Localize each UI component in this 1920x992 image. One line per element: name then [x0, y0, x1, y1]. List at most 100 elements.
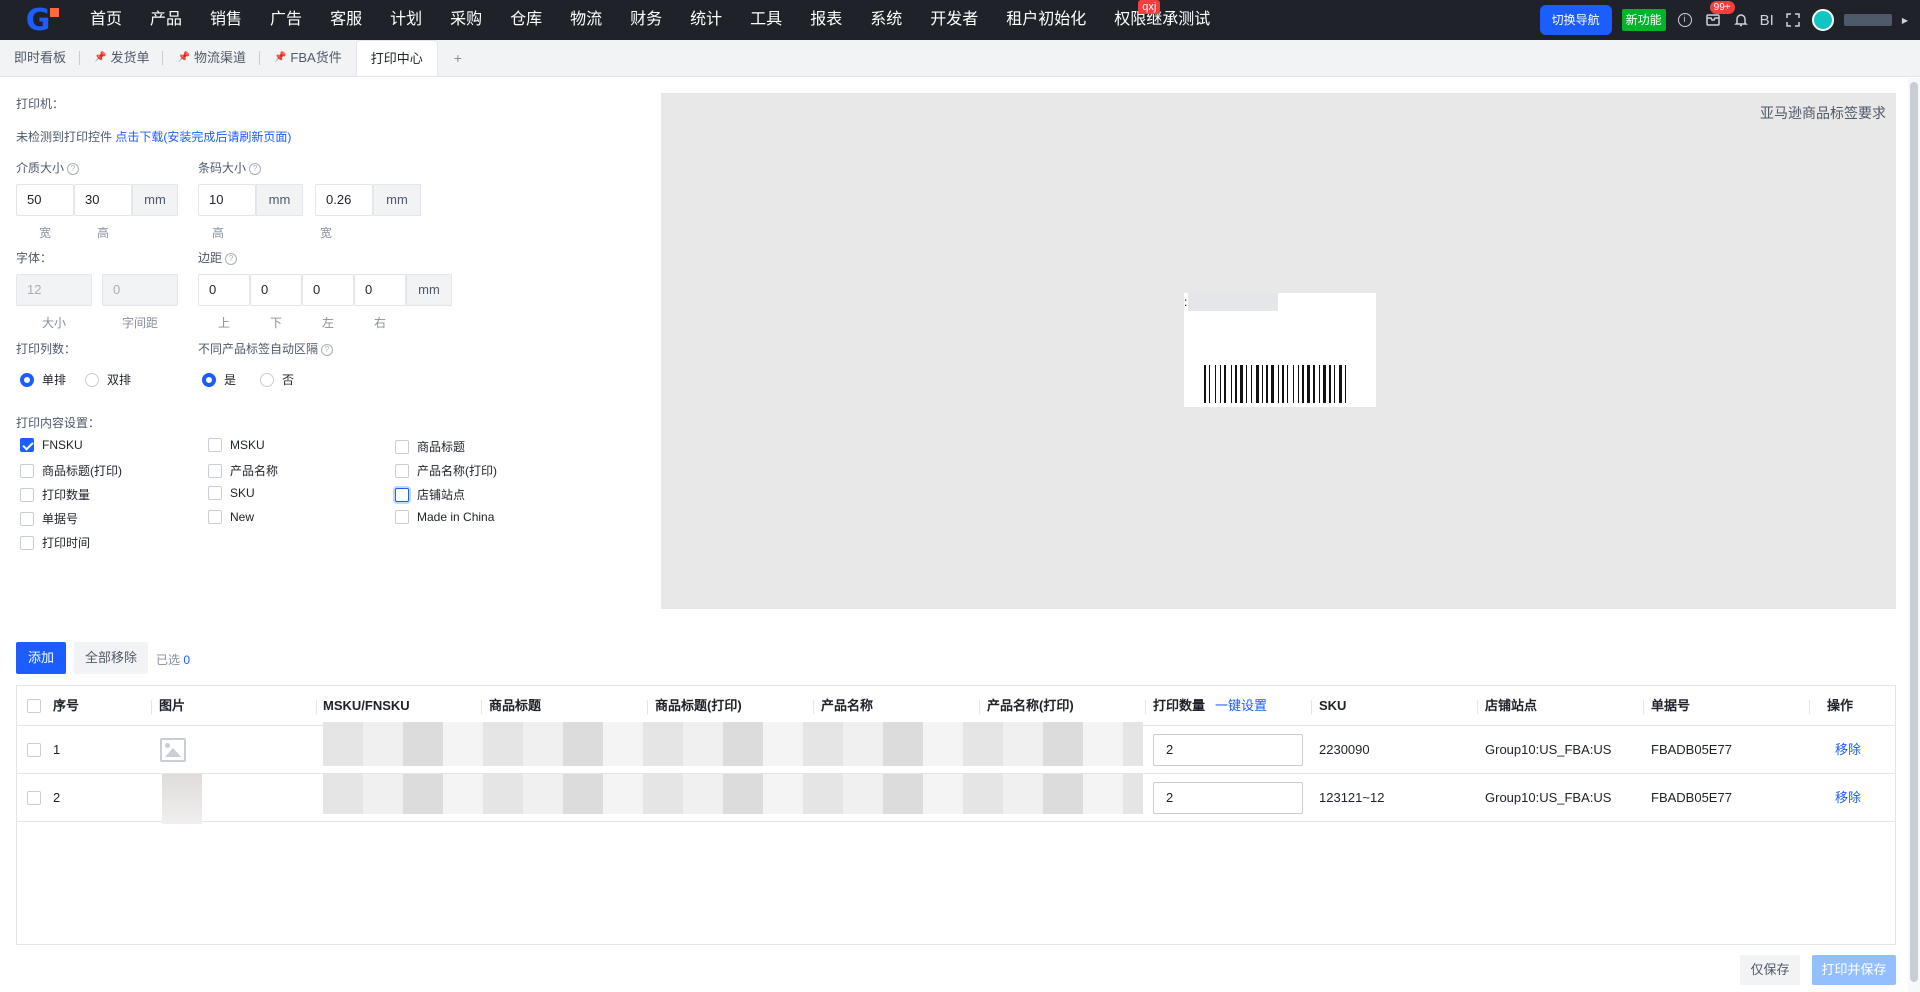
checkbox-product-title[interactable]: 商品标题 [395, 438, 465, 455]
margin-right-input[interactable]: 0 [354, 274, 406, 306]
question-icon[interactable]: ? [321, 343, 334, 356]
margin-left-label: 左 [321, 316, 334, 330]
margin-left-input[interactable]: 0 [302, 274, 354, 306]
menu-plan[interactable]: 计划 [376, 0, 436, 40]
menu-product[interactable]: 产品 [136, 0, 196, 40]
checkbox-product-name-print[interactable]: 产品名称(打印) [395, 462, 497, 479]
menu-statistics[interactable]: 统计 [676, 0, 736, 40]
menu-ads[interactable]: 广告 [256, 0, 316, 40]
download-plugin-link[interactable]: 点击下载(安装完成后请刷新页面) [115, 130, 291, 144]
bell-icon[interactable] [1732, 11, 1750, 29]
checkbox-product-name[interactable]: 产品名称 [208, 462, 278, 479]
checkbox-sku[interactable]: SKU [208, 486, 255, 500]
print-and-save-button[interactable]: 打印并保存 [1812, 955, 1896, 985]
menu-permission-test[interactable]: 权限继承测试 qxj [1100, 0, 1224, 40]
caret-right-icon[interactable]: ▶ [1902, 16, 1908, 25]
select-all-checkbox[interactable] [27, 699, 41, 713]
media-width-input[interactable]: 50 [16, 184, 74, 216]
question-icon[interactable]: ? [249, 162, 262, 175]
bulk-set-link[interactable]: 一键设置 [1215, 686, 1267, 726]
margin-bottom-input[interactable]: 0 [250, 274, 302, 306]
pin-icon[interactable]: 📌 [274, 40, 286, 76]
checkbox-print-time[interactable]: 打印时间 [20, 534, 90, 551]
tab-bar: 即时看板 📌 发货单 📌 物流渠道 📌 FBA货件 打印中心 + [0, 40, 1920, 77]
row-shop: Group10:US_FBA:US [1485, 790, 1612, 805]
help-icon[interactable]: i [1676, 11, 1694, 29]
checkbox-box [395, 463, 409, 478]
add-tab-button[interactable]: + [438, 40, 478, 76]
barcode-height-input[interactable]: 10 [198, 184, 256, 216]
print-qty-input[interactable]: 2 [1153, 782, 1303, 814]
redacted-content [323, 722, 1143, 766]
tab-dashboard[interactable]: 即时看板 [0, 40, 81, 76]
print-qty-input[interactable]: 2 [1153, 734, 1303, 766]
tab-shipment[interactable]: 📌 发货单 [80, 40, 164, 76]
checkbox-box [208, 510, 222, 524]
checkbox-doc-no[interactable]: 单据号 [20, 510, 78, 527]
add-button[interactable]: 添加 [16, 642, 66, 674]
remove-row-link[interactable]: 移除 [1835, 774, 1861, 822]
barcode-bar [1319, 365, 1320, 403]
app-logo[interactable]: G [0, 0, 76, 40]
question-icon[interactable]: ? [67, 162, 80, 175]
menu-purchase[interactable]: 采购 [436, 0, 496, 40]
radio-no[interactable]: 否 [260, 371, 294, 388]
checkbox-shop-site[interactable]: 店铺站点 [395, 486, 465, 503]
save-only-button[interactable]: 仅保存 [1740, 955, 1800, 985]
tab-logistics-channel[interactable]: 📌 物流渠道 [163, 40, 261, 76]
barcode-width-input[interactable]: 0.26 [315, 184, 373, 216]
remove-all-button[interactable]: 全部移除 [74, 642, 148, 674]
checkbox-new[interactable]: New [208, 510, 254, 524]
menu-warehouse[interactable]: 仓库 [496, 0, 556, 40]
scrollbar-thumb[interactable] [1910, 82, 1918, 982]
menu-sales[interactable]: 销售 [196, 0, 256, 40]
radio-single-label: 单排 [42, 373, 67, 387]
pin-icon[interactable]: 📌 [94, 40, 106, 76]
radio-single[interactable]: 单排 [20, 371, 66, 388]
avatar[interactable] [1811, 9, 1834, 31]
checkbox-fnsku[interactable]: FNSKU [20, 438, 83, 452]
menu-system[interactable]: 系统 [856, 0, 916, 40]
menu-finance[interactable]: 财务 [616, 0, 676, 40]
pin-icon[interactable]: 📌 [177, 40, 189, 76]
row-checkbox[interactable] [27, 743, 41, 757]
preview-title[interactable]: 亚马逊商品标签要求 [1760, 103, 1886, 123]
page-scrollbar[interactable] [1908, 78, 1920, 992]
checkbox-made-in-china[interactable]: Made in China [395, 510, 494, 524]
bi-button[interactable]: BI [1760, 12, 1774, 29]
label-text-redacted [1188, 293, 1278, 311]
media-height-input[interactable]: 30 [74, 184, 132, 216]
menu-tenant-init[interactable]: 租户初始化 [992, 0, 1100, 40]
checkbox-print-qty[interactable]: 打印数量 [20, 486, 90, 503]
menu-reports[interactable]: 报表 [796, 0, 856, 40]
radio-yes[interactable]: 是 [202, 371, 236, 388]
tab-fba-shipment[interactable]: 📌 FBA货件 [260, 40, 356, 76]
switch-nav-button[interactable]: 切换导航 [1539, 5, 1612, 35]
menu-logistics[interactable]: 物流 [556, 0, 616, 40]
row-checkbox[interactable] [27, 791, 41, 805]
menu-tools[interactable]: 工具 [736, 0, 796, 40]
menu-home[interactable]: 首页 [76, 0, 136, 40]
remove-row-link[interactable]: 移除 [1835, 726, 1861, 774]
tab-print-center[interactable]: 打印中心 [355, 40, 438, 76]
menu-developer[interactable]: 开发者 [916, 0, 992, 40]
question-icon[interactable]: ? [225, 252, 238, 265]
font-size-input[interactable]: 12 [16, 274, 92, 306]
barcode-bar [1282, 365, 1284, 403]
margin-top-input[interactable]: 0 [198, 274, 250, 306]
checkbox-product-title-print[interactable]: 商品标题(打印) [20, 462, 122, 479]
checkbox-msku[interactable]: MSKU [208, 438, 265, 452]
user-name[interactable] [1843, 14, 1892, 26]
new-feature-button[interactable]: 新功能 [1621, 9, 1666, 31]
table-row: 1 2 2230090 Group10:US_FBA:US FBADB05E77… [17, 722, 1895, 774]
column-divider [979, 700, 980, 714]
message-icon[interactable]: 99+ [1704, 1, 1735, 29]
fullscreen-icon[interactable] [1784, 11, 1802, 29]
barcode-bar [1287, 365, 1288, 403]
menu-service[interactable]: 客服 [316, 0, 376, 40]
radio-no-label: 否 [282, 373, 295, 387]
font-spacing-input[interactable]: 0 [102, 274, 178, 306]
radio-double[interactable]: 双排 [85, 371, 131, 388]
barcode-height-unit: mm [256, 184, 303, 216]
menu-permission-test-label: 权限继承测试 [1114, 11, 1211, 28]
